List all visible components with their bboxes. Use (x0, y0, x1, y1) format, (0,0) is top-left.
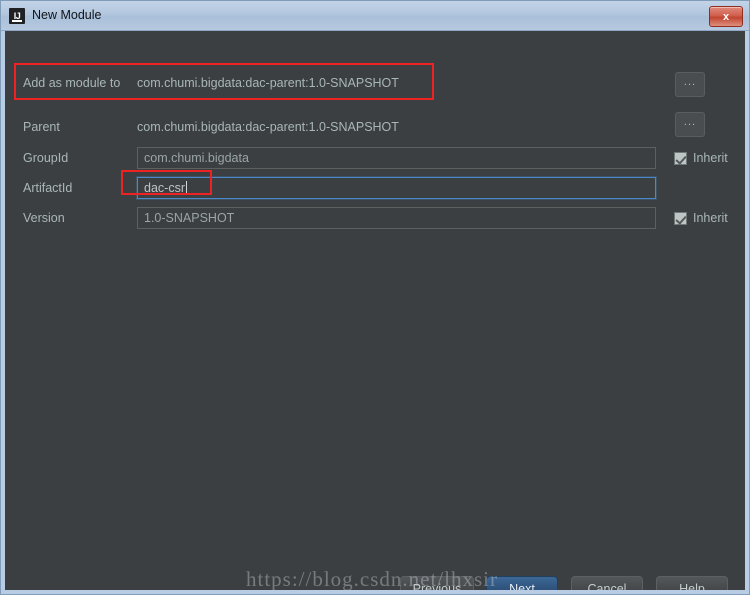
previous-button-mnemonic: P (412, 582, 422, 590)
inherit-label-groupid: Inherit (693, 151, 728, 165)
checkmark-icon (674, 211, 687, 225)
browse-button-parent[interactable]: ... (675, 112, 705, 137)
label-add-as-module-to: Add as module to (23, 76, 121, 90)
value-parent: com.chumi.bigdata:dac-parent:1.0-SNAPSHO… (137, 120, 399, 134)
cancel-button[interactable]: Cancel (571, 576, 643, 590)
browse-button-add-as-module-to[interactable]: ... (675, 72, 705, 97)
value-add-as-module-to: com.chumi.bigdata:dac-parent:1.0-SNAPSHO… (137, 76, 399, 90)
intellij-idea-icon: IJ (9, 7, 25, 24)
window-title: New Module (32, 8, 102, 23)
help-button[interactable]: Help (656, 576, 728, 590)
row-artifactid: ArtifactId dac-csr (5, 176, 745, 200)
row-version: Version 1.0-SNAPSHOT (5, 206, 745, 230)
title-bar: IJ New Module x (1, 1, 749, 31)
inherit-checkbox-version[interactable]: Inherit (674, 211, 728, 225)
close-icon[interactable]: x (709, 6, 743, 27)
artifactid-value: dac-csr (144, 181, 185, 195)
next-button-label: ext (518, 582, 535, 590)
label-groupid: GroupId (23, 151, 69, 165)
previous-button[interactable]: Previous (400, 576, 474, 590)
previous-button-label: revious (421, 582, 462, 590)
label-version: Version (23, 211, 65, 225)
dialog-content-panel: Add as module to com.chumi.bigdata:dac-p… (5, 31, 745, 590)
next-button-mnemonic: N (509, 582, 519, 590)
next-button[interactable]: Next (486, 576, 558, 590)
label-parent: Parent (23, 120, 60, 134)
inherit-label-version: Inherit (693, 211, 728, 225)
groupid-input[interactable]: com.chumi.bigdata (137, 147, 656, 169)
new-module-dialog-window: IJ New Module x Add as module to com.chu… (0, 0, 750, 595)
inherit-checkbox-groupid[interactable]: Inherit (674, 151, 728, 165)
artifactid-input[interactable]: dac-csr (137, 177, 656, 199)
version-input[interactable]: 1.0-SNAPSHOT (137, 207, 656, 229)
text-caret (185, 181, 187, 195)
row-groupid: GroupId com.chumi.bigdata (5, 146, 745, 170)
checkmark-icon (674, 151, 687, 165)
row-add-as-module-to: Add as module to com.chumi.bigdata:dac-p… (5, 71, 745, 95)
label-artifactid: ArtifactId (23, 181, 73, 195)
row-parent: Parent com.chumi.bigdata:dac-parent:1.0-… (5, 115, 745, 139)
